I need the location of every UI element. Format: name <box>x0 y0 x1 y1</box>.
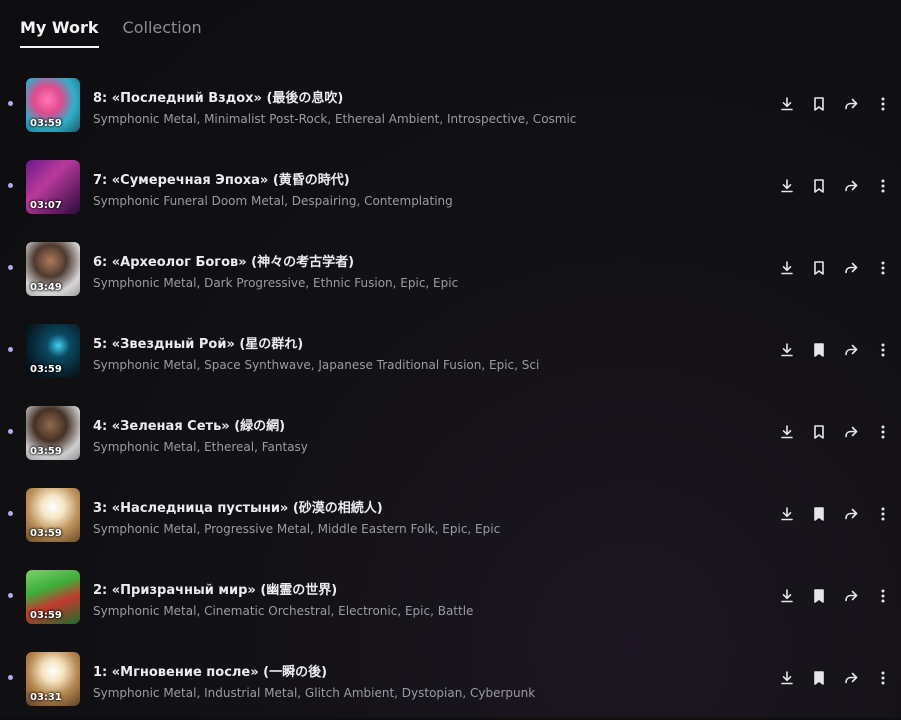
track-duration: 03:49 <box>30 282 62 293</box>
track-cover[interactable]: 03:31 <box>26 652 80 706</box>
more-icon[interactable] <box>871 502 895 526</box>
track-row[interactable]: 03:59 4: «Зеленая Сеть» (緑の網) Symphonic … <box>0 392 901 474</box>
track-row[interactable]: 03:59 2: «Призрачный мир» (幽霊の世界) Sympho… <box>0 556 901 638</box>
unplayed-dot <box>8 265 13 270</box>
track-title[interactable]: 8: «Последний Вздох» (最後の息吹) <box>93 87 343 106</box>
bookmark-icon[interactable] <box>807 174 831 198</box>
share-icon[interactable] <box>839 420 863 444</box>
track-title[interactable]: 7: «Сумеречная Эпоха» (黄昏の時代) <box>93 169 350 188</box>
tab-bar: My Work Collection <box>20 0 202 48</box>
bookmark-icon[interactable] <box>807 502 831 526</box>
track-title[interactable]: 4: «Зеленая Сеть» (緑の網) <box>93 415 285 434</box>
tab-my-work[interactable]: My Work <box>20 0 99 48</box>
track-duration: 03:07 <box>30 200 62 211</box>
bookmark-icon[interactable] <box>807 666 831 690</box>
track-actions <box>775 92 895 116</box>
more-icon[interactable] <box>871 256 895 280</box>
track-title[interactable]: 5: «Звездный Рой» (星の群れ) <box>93 333 303 352</box>
track-duration: 03:31 <box>30 692 62 703</box>
download-icon[interactable] <box>775 420 799 444</box>
more-icon[interactable] <box>871 174 895 198</box>
unplayed-dot <box>8 593 13 598</box>
download-icon[interactable] <box>775 584 799 608</box>
more-icon[interactable] <box>871 338 895 362</box>
download-icon[interactable] <box>775 502 799 526</box>
track-cover[interactable]: 03:59 <box>26 78 80 132</box>
track-tags: Symphonic Metal, Minimalist Post-Rock, E… <box>93 112 577 126</box>
track-actions <box>775 420 895 444</box>
track-actions <box>775 338 895 362</box>
share-icon[interactable] <box>839 666 863 690</box>
track-actions <box>775 256 895 280</box>
share-icon[interactable] <box>839 584 863 608</box>
track-tags: Symphonic Metal, Progressive Metal, Midd… <box>93 522 501 536</box>
bookmark-icon[interactable] <box>807 338 831 362</box>
more-icon[interactable] <box>871 584 895 608</box>
unplayed-dot <box>8 183 13 188</box>
track-duration: 03:59 <box>30 364 62 375</box>
share-icon[interactable] <box>839 338 863 362</box>
more-icon[interactable] <box>871 420 895 444</box>
track-title[interactable]: 6: «Археолог Богов» (神々の考古学者) <box>93 251 354 270</box>
track-actions <box>775 502 895 526</box>
unplayed-dot <box>8 429 13 434</box>
share-icon[interactable] <box>839 502 863 526</box>
track-actions <box>775 584 895 608</box>
bookmark-icon[interactable] <box>807 256 831 280</box>
download-icon[interactable] <box>775 174 799 198</box>
bookmark-icon[interactable] <box>807 92 831 116</box>
track-cover[interactable]: 03:59 <box>26 406 80 460</box>
unplayed-dot <box>8 511 13 516</box>
track-row[interactable]: 03:59 8: «Последний Вздох» (最後の息吹) Symph… <box>0 64 901 146</box>
share-icon[interactable] <box>839 92 863 116</box>
bookmark-icon[interactable] <box>807 584 831 608</box>
track-cover[interactable]: 03:59 <box>26 488 80 542</box>
track-title[interactable]: 2: «Призрачный мир» (幽霊の世界) <box>93 579 337 598</box>
track-cover[interactable]: 03:59 <box>26 570 80 624</box>
track-duration: 03:59 <box>30 610 62 621</box>
track-row[interactable]: 03:49 6: «Археолог Богов» (神々の考古学者) Symp… <box>0 228 901 310</box>
track-cover[interactable]: 03:59 <box>26 324 80 378</box>
download-icon[interactable] <box>775 338 799 362</box>
share-icon[interactable] <box>839 174 863 198</box>
track-row[interactable]: 03:59 3: «Наследница пустыни» (砂漠の相続人) S… <box>0 474 901 556</box>
unplayed-dot <box>8 347 13 352</box>
track-title[interactable]: 3: «Наследница пустыни» (砂漠の相続人) <box>93 497 383 516</box>
download-icon[interactable] <box>775 92 799 116</box>
track-tags: Symphonic Metal, Ethereal, Fantasy <box>93 440 308 454</box>
share-icon[interactable] <box>839 256 863 280</box>
download-icon[interactable] <box>775 666 799 690</box>
track-actions <box>775 666 895 690</box>
track-row[interactable]: 03:31 1: «Мгновение после» (一瞬の後) Sympho… <box>0 638 901 720</box>
track-actions <box>775 174 895 198</box>
track-row[interactable]: 03:07 7: «Сумеречная Эпоха» (黄昏の時代) Symp… <box>0 146 901 228</box>
track-duration: 03:59 <box>30 528 62 539</box>
track-tags: Symphonic Metal, Industrial Metal, Glitc… <box>93 686 536 700</box>
track-duration: 03:59 <box>30 118 62 129</box>
track-cover[interactable]: 03:49 <box>26 242 80 296</box>
download-icon[interactable] <box>775 256 799 280</box>
track-tags: Symphonic Metal, Cinematic Orchestral, E… <box>93 604 474 618</box>
more-icon[interactable] <box>871 666 895 690</box>
tab-collection[interactable]: Collection <box>123 0 202 48</box>
unplayed-dot <box>8 101 13 106</box>
track-cover[interactable]: 03:07 <box>26 160 80 214</box>
more-icon[interactable] <box>871 92 895 116</box>
bookmark-icon[interactable] <box>807 420 831 444</box>
track-tags: Symphonic Metal, Space Synthwave, Japane… <box>93 358 540 372</box>
unplayed-dot <box>8 675 13 680</box>
track-duration: 03:59 <box>30 446 62 457</box>
track-tags: Symphonic Funeral Doom Metal, Despairing… <box>93 194 453 208</box>
track-row[interactable]: 03:59 5: «Звездный Рой» (星の群れ) Symphonic… <box>0 310 901 392</box>
track-title[interactable]: 1: «Мгновение после» (一瞬の後) <box>93 661 327 680</box>
track-tags: Symphonic Metal, Dark Progressive, Ethni… <box>93 276 459 290</box>
